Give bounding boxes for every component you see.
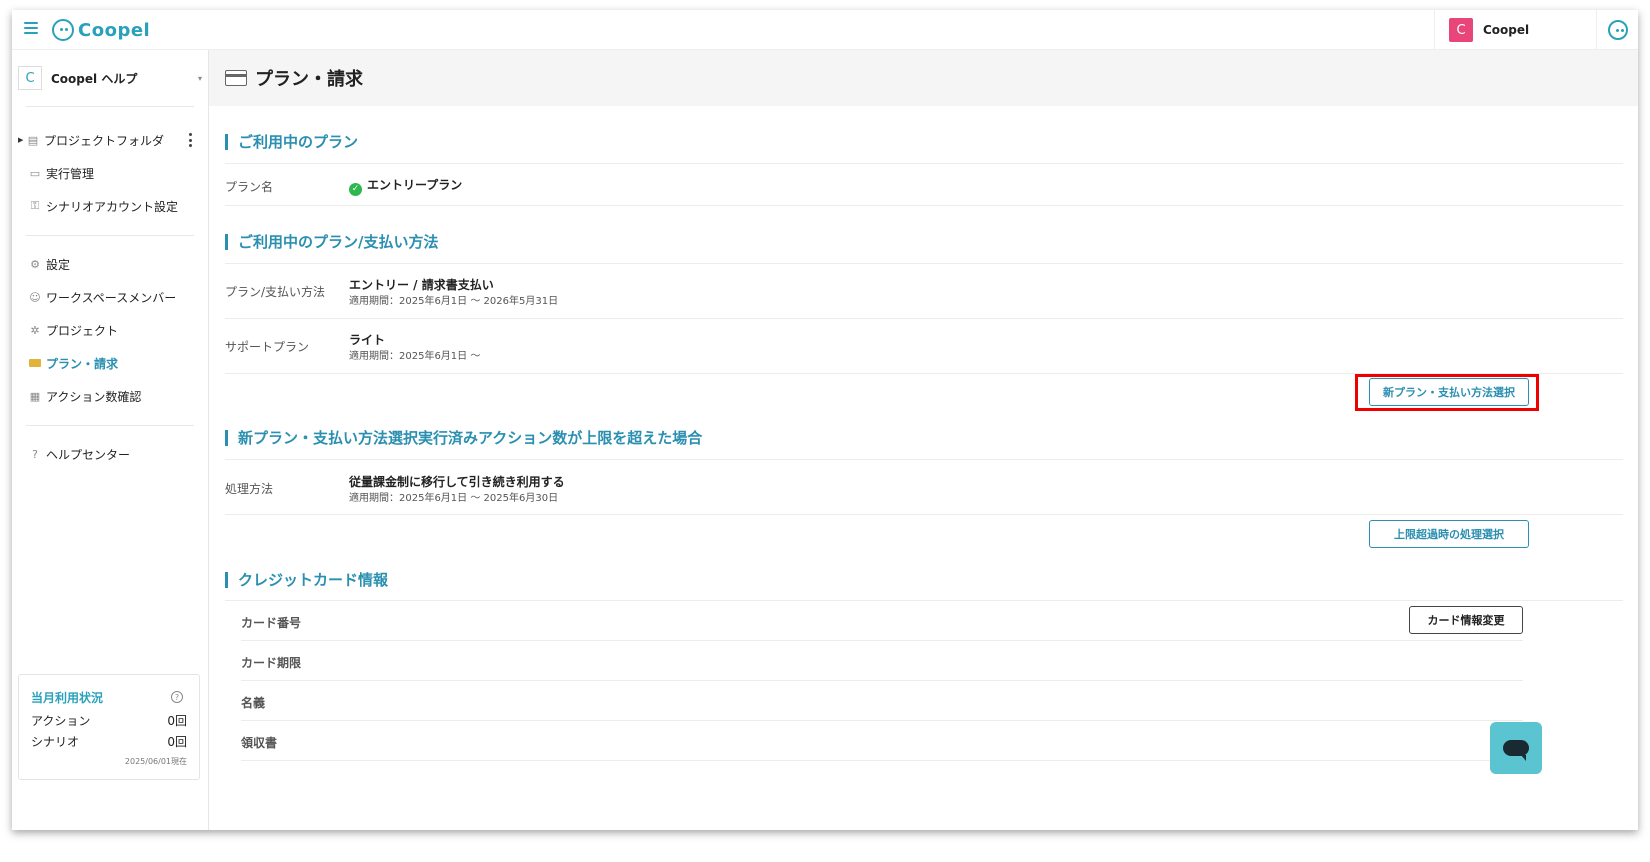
- divider: [225, 263, 1623, 264]
- sidebar-item-label: プラン・請求: [46, 356, 119, 371]
- section-title-credit-card: クレジットカード情報: [225, 572, 388, 588]
- divider: [225, 163, 1623, 164]
- plan-name-value: ✓ エントリープラン: [349, 176, 462, 196]
- divider: [241, 640, 1523, 641]
- sidebar-item-label: 設定: [46, 257, 71, 272]
- support-plan-label: サポートプラン: [225, 340, 310, 354]
- sidebar-item-label: プロジェクト: [46, 323, 119, 338]
- check-circle-icon: ✓: [349, 182, 362, 196]
- support-plan-value: ライト: [349, 333, 386, 347]
- top-bar: Coopel C Coopel: [12, 10, 1638, 50]
- assistant-button[interactable]: [1596, 10, 1638, 50]
- divider: [225, 600, 1623, 601]
- sidebar-item-action-count[interactable]: ▦ アクション数確認: [28, 383, 212, 409]
- account-lock-icon: ⚿: [30, 199, 40, 212]
- usage-label: アクション: [31, 714, 91, 728]
- app-window: Coopel C Coopel C Coopel ヘルプ ▾ ▶ ▤ プロジェク…: [12, 10, 1638, 830]
- sidebar-item-label: ワークスペースメンバー: [46, 290, 177, 305]
- main-content: プラン・請求 ご利用中のプラン プラン名 ✓ エントリープラン ご利用中のプラン/…: [209, 50, 1638, 830]
- overflow-method-value: 従量課金制に移行して引き続き利用する: [349, 475, 565, 489]
- usage-value: 0回: [167, 714, 187, 728]
- divider: [225, 205, 1623, 206]
- plan-payment-value: エントリー / 請求書支払い: [349, 278, 494, 292]
- usage-label: シナリオ: [31, 735, 80, 749]
- section-title-overflow: 新プラン・支払い方法選択実行済みアクション数が上限を超えた場合: [225, 430, 702, 446]
- credit-card-icon: [28, 356, 42, 370]
- divider: [241, 760, 1523, 761]
- support-plan-period: 適用期間：2025年6月1日 ～: [349, 351, 481, 362]
- divider: [26, 425, 194, 426]
- divider: [225, 514, 1623, 515]
- user-name: Coopel: [1483, 23, 1530, 37]
- plan-payment-period: 適用期間：2025年6月1日 ～ 2026年5月31日: [349, 296, 559, 307]
- sidebar-item-settings[interactable]: ⚙ 設定: [28, 251, 212, 277]
- avatar: C: [1449, 18, 1473, 42]
- sidebar-item-plan-billing[interactable]: プラン・請求: [28, 350, 212, 376]
- workspace-selector[interactable]: C Coopel ヘルプ ▾: [18, 64, 206, 92]
- divider: [225, 459, 1623, 460]
- more-options-icon[interactable]: [188, 133, 192, 147]
- overflow-process-button[interactable]: 上限超過時の処理選択: [1369, 520, 1529, 548]
- divider: [225, 318, 1623, 319]
- caret-right-icon[interactable]: ▶: [18, 136, 24, 144]
- divider: [241, 720, 1523, 721]
- page-title: プラン・請求: [255, 69, 363, 90]
- sidebar-item-members[interactable]: ☺ ワークスペースメンバー: [28, 284, 212, 310]
- usage-as-of: 2025/06/01現在: [124, 757, 187, 766]
- sidebar-item-execution[interactable]: ▭ 実行管理: [28, 160, 212, 186]
- section-title-current-plan: ご利用中のプラン: [225, 134, 358, 150]
- usage-title: 当月利用状況: [31, 691, 104, 705]
- divider: [241, 680, 1523, 681]
- sidebar-item-project[interactable]: ✲ プロジェクト: [28, 317, 212, 343]
- sidebar-item-help-center[interactable]: ? ヘルプセンター: [28, 441, 212, 467]
- plan-name-label: プラン名: [225, 180, 274, 194]
- credit-card-icon: [225, 70, 247, 86]
- card-number-label: カード番号: [241, 616, 302, 630]
- sidebar: C Coopel ヘルプ ▾ ▶ ▤ プロジェクトフォルダ ▭ 実行管理 ⚿ シ…: [12, 50, 209, 830]
- calculator-icon: ▦: [29, 389, 41, 403]
- usage-row: アクション 0回: [31, 712, 187, 729]
- chat-button[interactable]: [1490, 722, 1542, 774]
- sidebar-item-label: ヘルプセンター: [46, 447, 131, 462]
- sidebar-item-label: プロジェクトフォルダ: [44, 133, 165, 148]
- sidebar-item-scenario-account[interactable]: ⚿ シナリオアカウント設定: [28, 193, 212, 219]
- change-card-button[interactable]: カード情報変更: [1409, 606, 1523, 634]
- sidebar-item-label: アクション数確認: [46, 389, 142, 404]
- user-menu[interactable]: C Coopel: [1434, 10, 1584, 50]
- calendar-icon: ▭: [29, 166, 41, 180]
- coopel-assistant-icon: [1607, 20, 1628, 40]
- app-logo[interactable]: Coopel: [52, 18, 150, 42]
- usage-row: シナリオ 0回: [31, 733, 187, 750]
- usage-status-panel: 当月利用状況 ? アクション 0回 シナリオ 0回 2025/06/01現在: [18, 674, 200, 780]
- plan-name-text: エントリープラン: [367, 178, 463, 192]
- divider: [26, 235, 194, 236]
- select-new-plan-button[interactable]: 新プラン・支払い方法選択: [1369, 378, 1529, 406]
- sidebar-item-label: 実行管理: [46, 166, 95, 181]
- plan-payment-label: プラン/支払い方法: [225, 285, 326, 299]
- project-icon: ✲: [30, 323, 40, 337]
- usage-value: 0回: [167, 735, 187, 749]
- coopel-logo-icon: [52, 19, 74, 41]
- menu-icon[interactable]: [24, 22, 38, 34]
- workspace-avatar: C: [18, 66, 42, 90]
- overflow-method-period: 適用期間：2025年6月1日 ～ 2025年6月30日: [349, 493, 559, 504]
- sidebar-item-label: シナリオアカウント設定: [46, 199, 179, 214]
- overflow-method-label: 処理方法: [225, 482, 274, 496]
- receipt-label: 領収書: [241, 736, 278, 750]
- page-header: プラン・請求: [209, 50, 1638, 106]
- chevron-down-icon: ▾: [197, 73, 202, 83]
- help-icon: ?: [32, 447, 38, 461]
- help-icon[interactable]: ?: [171, 691, 183, 703]
- card-expiry-label: カード期限: [241, 656, 302, 670]
- workspace-name: Coopel ヘルプ: [51, 71, 138, 86]
- app-name: Coopel: [78, 19, 151, 41]
- section-title-plan-payment: ご利用中のプラン/支払い方法: [225, 234, 438, 250]
- gear-icon: ⚙: [30, 257, 40, 271]
- divider: [26, 106, 194, 107]
- chat-icon: [1503, 740, 1529, 761]
- card-holder-label: 名義: [241, 696, 266, 710]
- folder-icon: ▤: [27, 133, 39, 147]
- members-icon: ☺: [29, 290, 41, 304]
- sidebar-item-project-folder[interactable]: ▶ ▤ プロジェクトフォルダ: [18, 127, 202, 153]
